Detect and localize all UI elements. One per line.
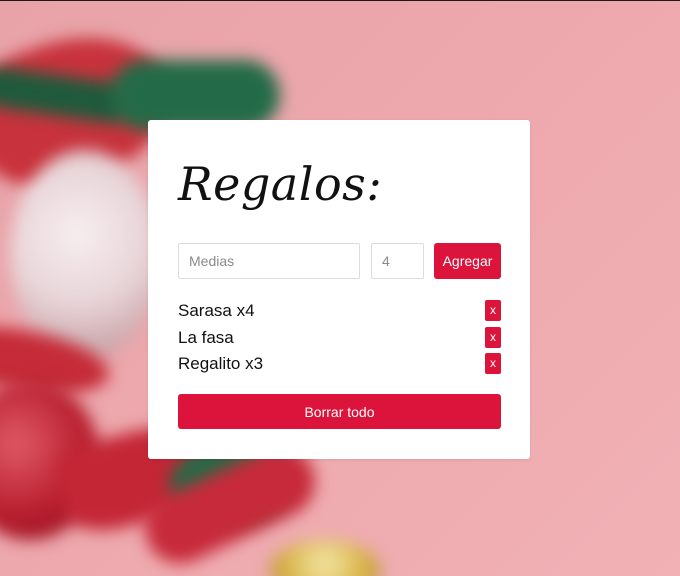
add-button[interactable]: Agregar (434, 243, 501, 279)
gift-label: Sarasa x4 (178, 301, 255, 320)
gifts-card: Regalos: Agregar Sarasa x4 x La fasa x R… (148, 120, 530, 459)
gift-label: La fasa (178, 327, 234, 347)
top-border (0, 0, 680, 1)
delete-button[interactable]: x (485, 300, 501, 321)
delete-button[interactable]: x (485, 326, 501, 348)
clear-all-button[interactable]: Borrar todo (178, 394, 501, 429)
list-item: Sarasa x4 x (178, 298, 501, 325)
gift-label: Regalito x3 (178, 354, 264, 373)
gift-name-input[interactable] (178, 243, 360, 279)
ornament-shape (270, 540, 380, 576)
page-title: Regalos: (178, 157, 383, 211)
list-item: La fasa x (178, 325, 501, 352)
delete-button[interactable]: x (485, 353, 501, 374)
gift-list: Sarasa x4 x La fasa x Regalito x3 x (178, 298, 501, 378)
list-item: Regalito x3 x (178, 351, 501, 378)
gift-quantity-input[interactable] (371, 243, 424, 279)
ornament-shape (10, 150, 160, 360)
